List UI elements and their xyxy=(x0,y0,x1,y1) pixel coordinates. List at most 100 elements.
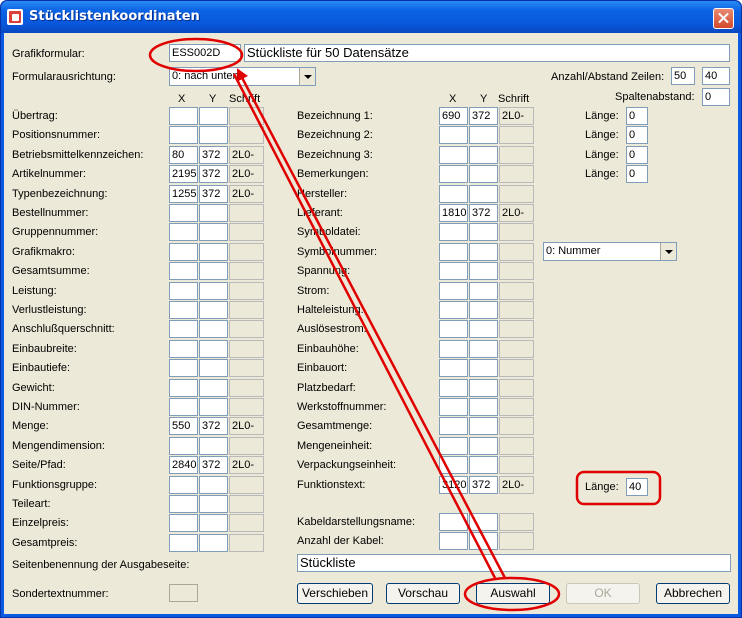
y-input-leistung[interactable] xyxy=(199,281,228,300)
schrift-field-einbaubreite[interactable] xyxy=(229,339,264,358)
schrift-field-ausloesestrom[interactable] xyxy=(499,320,534,339)
x-input-platzbedarf[interactable] xyxy=(439,378,468,397)
x-input-hersteller[interactable] xyxy=(439,184,468,203)
y-input-anschlussquerschnitt[interactable] xyxy=(199,320,228,339)
y-input-seite-pfad[interactable]: 372 xyxy=(199,456,228,475)
y-input-gesamtpreis[interactable] xyxy=(199,533,228,552)
laenge-input-4[interactable]: 40 xyxy=(626,478,648,496)
x-input-symbolnummer[interactable] xyxy=(439,242,468,261)
schrift-field-teileart[interactable] xyxy=(229,495,264,513)
x-input-din-nummer[interactable] xyxy=(169,398,198,416)
schrift-field-gewicht[interactable] xyxy=(229,378,264,397)
y-input-bezeichnung-2[interactable] xyxy=(469,126,498,145)
x-input-einbaubreite[interactable] xyxy=(169,339,198,358)
x-input-artikelnummer[interactable]: 2195 xyxy=(169,165,198,184)
x-input-gesamtsumme[interactable] xyxy=(169,262,198,281)
anzahl-zeilen-input[interactable]: 50 xyxy=(671,67,695,85)
y-input-betriebsmittelkennzeichen[interactable]: 372 xyxy=(199,145,228,164)
symbolnummer-select[interactable]: 0: Nummer xyxy=(543,242,677,261)
y-input-verlustleistung[interactable] xyxy=(199,301,228,319)
x-input-bestellnummer[interactable] xyxy=(169,204,198,222)
schrift-field-bestellnummer[interactable] xyxy=(229,204,264,222)
x-input-leistung[interactable] xyxy=(169,281,198,300)
y-input-bemerkungen[interactable] xyxy=(469,165,498,184)
verschieben-button[interactable]: Verschieben xyxy=(297,583,373,604)
x-input-verlustleistung[interactable] xyxy=(169,301,198,319)
y-input-ausloesestrom[interactable] xyxy=(469,320,498,339)
y-input-bezeichnung-3[interactable] xyxy=(469,145,498,164)
y-input-spannung[interactable] xyxy=(469,262,498,281)
schrift-field-bemerkungen[interactable] xyxy=(499,165,534,184)
y-input-einbauhoehe[interactable] xyxy=(469,339,498,358)
schrift-field-einbautiefe[interactable] xyxy=(229,359,264,378)
schrift-field-lieferant[interactable]: 2L0- xyxy=(499,204,534,222)
abstand-zeilen-input[interactable]: 40 xyxy=(702,67,730,85)
spaltenabstand-input[interactable]: 0 xyxy=(702,88,730,106)
y-input-artikelnummer[interactable]: 372 xyxy=(199,165,228,184)
x-input-bemerkungen[interactable] xyxy=(439,165,468,184)
schrift-field-funktionstext[interactable]: 2L0- xyxy=(499,475,534,494)
laenge-input-3[interactable]: 0 xyxy=(626,165,648,183)
schrift-field-typenbezeichnung[interactable]: 2L0- xyxy=(229,184,264,203)
y-input-gewicht[interactable] xyxy=(199,378,228,397)
schrift-field-gesamtmenge[interactable] xyxy=(499,417,534,436)
x-input-verpackungseinheit[interactable] xyxy=(439,456,468,475)
x-input-grafikmakro[interactable] xyxy=(169,242,198,261)
x-input-betriebsmittelkennzeichen[interactable]: 80 xyxy=(169,145,198,164)
schrift-field-seite-pfad[interactable]: 2L0- xyxy=(229,456,264,475)
schrift-field-uebertrag[interactable] xyxy=(229,107,264,125)
x-input-einbautiefe[interactable] xyxy=(169,359,198,378)
seitenbenennung-input[interactable]: Stückliste xyxy=(297,554,731,572)
y-input-funktionsgruppe[interactable] xyxy=(199,475,228,494)
schrift-field-leistung[interactable] xyxy=(229,281,264,300)
schrift-field-einbauhoehe[interactable] xyxy=(499,339,534,358)
y-input-positionsnummer[interactable] xyxy=(199,126,228,145)
x-input-lieferant[interactable]: 1810 xyxy=(439,204,468,222)
chevron-down-icon[interactable] xyxy=(660,243,676,260)
laenge-input-0[interactable]: 0 xyxy=(626,107,648,125)
y-input-symboldatei[interactable] xyxy=(469,223,498,242)
schrift-field-betriebsmittelkennzeichen[interactable]: 2L0- xyxy=(229,145,264,164)
y-input-kabeldarstellungsname[interactable] xyxy=(469,513,498,531)
laenge-input-1[interactable]: 0 xyxy=(626,126,648,144)
schrift-field-gesamtpreis[interactable] xyxy=(229,533,264,552)
schrift-field-bezeichnung-1[interactable]: 2L0- xyxy=(499,107,534,125)
schrift-field-din-nummer[interactable] xyxy=(229,398,264,416)
y-input-einbauort[interactable] xyxy=(469,359,498,378)
x-input-gesamtmenge[interactable] xyxy=(439,417,468,436)
grafikformular-input[interactable]: ESS002D xyxy=(169,44,241,62)
vorschau-button[interactable]: Vorschau xyxy=(386,583,460,604)
x-input-teileart[interactable] xyxy=(169,495,198,513)
x-input-spannung[interactable] xyxy=(439,262,468,281)
schrift-field-einzelpreis[interactable] xyxy=(229,514,264,533)
chevron-down-icon[interactable] xyxy=(299,68,315,85)
schrift-field-einbauort[interactable] xyxy=(499,359,534,378)
x-input-einbauhoehe[interactable] xyxy=(439,339,468,358)
y-input-teileart[interactable] xyxy=(199,495,228,513)
x-input-kabeldarstellungsname[interactable] xyxy=(439,513,468,531)
schrift-field-gesamtsumme[interactable] xyxy=(229,262,264,281)
y-input-einbaubreite[interactable] xyxy=(199,339,228,358)
x-input-mengeneinheit[interactable] xyxy=(439,436,468,455)
y-input-strom[interactable] xyxy=(469,281,498,300)
x-input-einzelpreis[interactable] xyxy=(169,514,198,533)
title-bar[interactable]: Stücklistenkoordinaten xyxy=(1,1,741,33)
y-input-gesamtmenge[interactable] xyxy=(469,417,498,436)
abbrechen-button[interactable]: Abbrechen xyxy=(656,583,730,604)
x-input-einbauort[interactable] xyxy=(439,359,468,378)
schrift-field-platzbedarf[interactable] xyxy=(499,378,534,397)
x-input-funktionstext[interactable]: 3120 xyxy=(439,475,468,494)
x-input-anzahl-der-kabel[interactable] xyxy=(439,532,468,551)
x-input-funktionsgruppe[interactable] xyxy=(169,475,198,494)
schrift-field-funktionsgruppe[interactable] xyxy=(229,475,264,494)
y-input-gruppennummer[interactable] xyxy=(199,223,228,242)
schrift-field-mengeneinheit[interactable] xyxy=(499,436,534,455)
x-input-gruppennummer[interactable] xyxy=(169,223,198,242)
auswahl-button[interactable]: Auswahl xyxy=(476,583,550,604)
y-input-din-nummer[interactable] xyxy=(199,398,228,416)
x-input-positionsnummer[interactable] xyxy=(169,126,198,145)
y-input-symbolnummer[interactable] xyxy=(469,242,498,261)
y-input-lieferant[interactable]: 372 xyxy=(469,204,498,222)
schrift-field-gruppennummer[interactable] xyxy=(229,223,264,242)
schrift-field-bezeichnung-2[interactable] xyxy=(499,126,534,145)
